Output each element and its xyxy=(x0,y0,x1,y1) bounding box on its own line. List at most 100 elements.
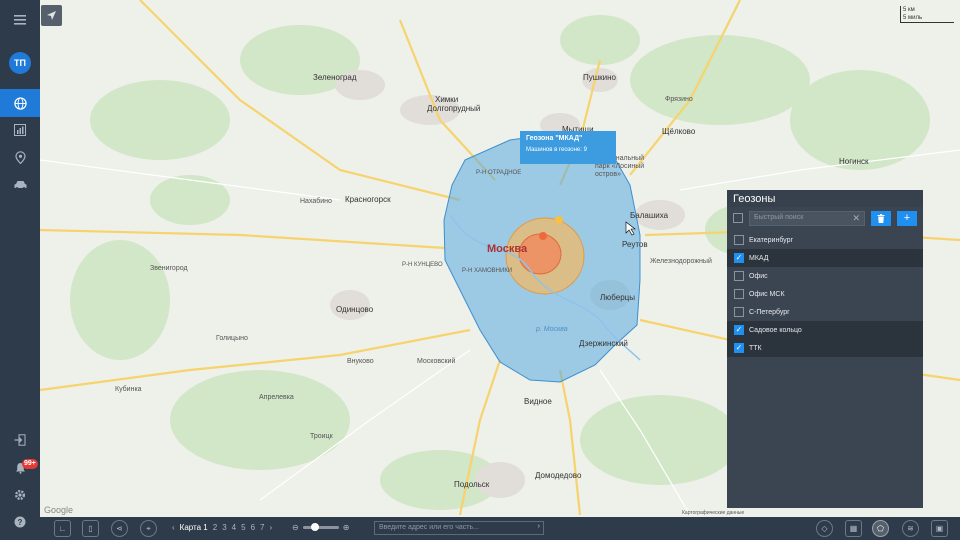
map-label-troitsk: Троицк xyxy=(310,433,333,440)
tab-map-4[interactable]: 4 xyxy=(232,523,236,532)
left-sidebar: ТП 99+ ? xyxy=(0,0,40,540)
google-logo: Google xyxy=(44,505,74,515)
map-label-zheleznodorozhny: Железнодорожный xyxy=(650,258,712,265)
geozone-checkbox[interactable] xyxy=(734,253,744,263)
geozone-label: Офис xyxy=(749,272,768,280)
tab-map-5[interactable]: 5 xyxy=(241,523,245,532)
select-all-checkbox[interactable] xyxy=(733,213,743,223)
geozone-label: ТТК xyxy=(749,344,762,352)
delete-geozone-button[interactable] xyxy=(871,210,891,226)
zoom-slider-knob[interactable] xyxy=(310,523,319,531)
map-attribution[interactable]: Картографические данные xyxy=(682,510,744,516)
map-label-podolsk: Подольск xyxy=(454,480,490,489)
map-tabs: ‹ Карта 1 2 3 4 5 6 7 › xyxy=(172,523,272,532)
geozone-label: Офис МСК xyxy=(749,290,785,298)
menu-icon[interactable] xyxy=(0,6,40,34)
address-placeholder: Введите адрес или его часть... xyxy=(379,524,479,531)
clear-search-icon[interactable]: ✕ xyxy=(852,213,860,224)
scale-mi: 5 миль xyxy=(903,15,923,21)
location-pin-icon[interactable] xyxy=(0,143,40,171)
geozone-checkbox[interactable] xyxy=(734,307,744,317)
gear-icon[interactable] xyxy=(0,481,40,509)
zoom-out-icon[interactable]: ⊖ xyxy=(292,523,299,532)
map-label-khamovniki: Р-Н ХАМОВНИКИ xyxy=(462,268,513,274)
geozone-list-item[interactable]: Офис МСК xyxy=(727,285,923,303)
geozone-checkbox[interactable] xyxy=(734,289,744,299)
tab-map-1[interactable]: Карта 1 xyxy=(180,523,208,532)
add-geozone-button[interactable]: + xyxy=(897,210,917,226)
map-label-schelkovo: Щёлково xyxy=(662,127,696,136)
map-label-reutov: Реутов xyxy=(622,240,648,249)
globe-icon[interactable] xyxy=(0,89,40,117)
tab-prev-icon[interactable]: ‹ xyxy=(172,523,175,532)
geozone-checkbox[interactable] xyxy=(734,343,744,353)
tooltip-title: Геозона "МКАД" xyxy=(526,135,583,142)
geozone-list-item[interactable]: Садовое кольцо xyxy=(727,321,923,339)
map-label-aprelevka: Апрелевка xyxy=(259,394,294,401)
map-label-otradnoe: Р-Н ОТРАДНОЕ xyxy=(476,170,522,176)
geozone-list-item[interactable]: ТТК xyxy=(727,339,923,357)
logout-icon[interactable] xyxy=(0,426,40,454)
map-label-dzerzhinsky: Дзержинский xyxy=(579,339,628,348)
geozones-list: Екатеринбург МКАД Офис Офис МСК С-Петербург С… xyxy=(727,231,923,357)
trash-icon xyxy=(877,213,885,223)
geozone-list-item[interactable]: МКАД xyxy=(727,249,923,267)
map-label-domodedovo: Домодедово xyxy=(535,471,582,480)
layers-icon[interactable]: ≋ xyxy=(902,520,919,537)
eraser-icon[interactable]: ◇ xyxy=(816,520,833,537)
geozones-panel-title: Геозоны xyxy=(727,190,923,207)
minimize-panel-icon[interactable]: ▣ xyxy=(931,520,948,537)
map-label-krasnogorsk: Красногорск xyxy=(345,195,391,204)
map-label-balashikha: Балашиха xyxy=(630,211,669,220)
geozones-toolbar: Быстрый поиск ✕ + xyxy=(727,207,923,229)
scale-km: 5 км xyxy=(903,7,915,13)
map-label-zelenograd: Зеленоград xyxy=(313,73,357,82)
navigation-arrow-button[interactable] xyxy=(41,5,62,26)
bottom-toolbar: ∟ ▯ ⋖ ⌖ ‹ Карта 1 2 3 4 5 6 7 › ⊖ ⊕ Введ… xyxy=(40,517,960,540)
share-icon[interactable]: ⋖ xyxy=(111,520,128,537)
geozone-list-item[interactable]: С-Петербург xyxy=(727,303,923,321)
help-icon[interactable]: ? xyxy=(0,508,40,536)
tab-next-icon[interactable]: › xyxy=(269,523,272,532)
address-go-icon[interactable]: › xyxy=(538,523,540,530)
corner-tool-icon[interactable]: ∟ xyxy=(54,520,71,537)
address-search-input[interactable]: Введите адрес или его часть... › xyxy=(374,521,544,535)
map-label-odintsovo: Одинцово xyxy=(336,305,374,314)
svg-text:?: ? xyxy=(18,518,23,527)
map-label-fryazino: Фрязино xyxy=(665,96,693,103)
geozones-search-input[interactable]: Быстрый поиск ✕ xyxy=(749,210,865,226)
tab-map-7[interactable]: 7 xyxy=(260,523,264,532)
geozones-panel: Геозоны Быстрый поиск ✕ + Екатеринбург МК… xyxy=(727,190,923,508)
zoom-control: ⊖ ⊕ xyxy=(292,523,349,532)
map-label-khimki: Химки xyxy=(435,95,459,104)
tab-map-3[interactable]: 3 xyxy=(222,523,226,532)
map-label-pushkino: Пушкино xyxy=(583,73,617,82)
tooltip-subtitle: Машинов в геозоне: 9 xyxy=(526,147,587,153)
zoom-in-icon[interactable]: ⊕ xyxy=(343,523,350,532)
traffic-light-icon[interactable]: ▯ xyxy=(82,520,99,537)
zoom-slider[interactable] xyxy=(302,523,339,531)
map-label-noginsk: Ногинск xyxy=(839,157,869,166)
map-label-vidnoe: Видное xyxy=(524,397,552,406)
geozone-checkbox[interactable] xyxy=(734,325,744,335)
avatar[interactable]: ТП xyxy=(9,52,31,74)
geozone-checkbox[interactable] xyxy=(734,235,744,245)
geozone-list-item[interactable]: Офис xyxy=(727,267,923,285)
geozone-label: Екатеринбург xyxy=(749,236,794,244)
calculator-icon[interactable]: ▦ xyxy=(845,520,862,537)
geozone-checkbox[interactable] xyxy=(734,271,744,281)
map-pin-icon[interactable]: ⌖ xyxy=(140,520,157,537)
map-label-kubinka: Кубинка xyxy=(115,386,142,393)
map-label-lyubertsy: Люберцы xyxy=(600,293,635,302)
chart-icon[interactable] xyxy=(0,116,40,144)
geozones-pentagon-icon[interactable]: ⬠ xyxy=(872,520,889,537)
map-label-moscow: Москва xyxy=(487,243,528,255)
map-label-nakhabino: Нахабино xyxy=(300,198,332,205)
car-icon[interactable] xyxy=(0,171,40,199)
navigation-arrow-icon xyxy=(47,11,56,20)
map-label-vnukovo: Внуково xyxy=(347,358,374,365)
tab-map-6[interactable]: 6 xyxy=(251,523,255,532)
tab-map-2[interactable]: 2 xyxy=(213,523,217,532)
geozone-tooltip: Геозона "МКАД" Машинов в геозоне: 9 xyxy=(520,131,616,164)
geozone-list-item[interactable]: Екатеринбург xyxy=(727,231,923,249)
